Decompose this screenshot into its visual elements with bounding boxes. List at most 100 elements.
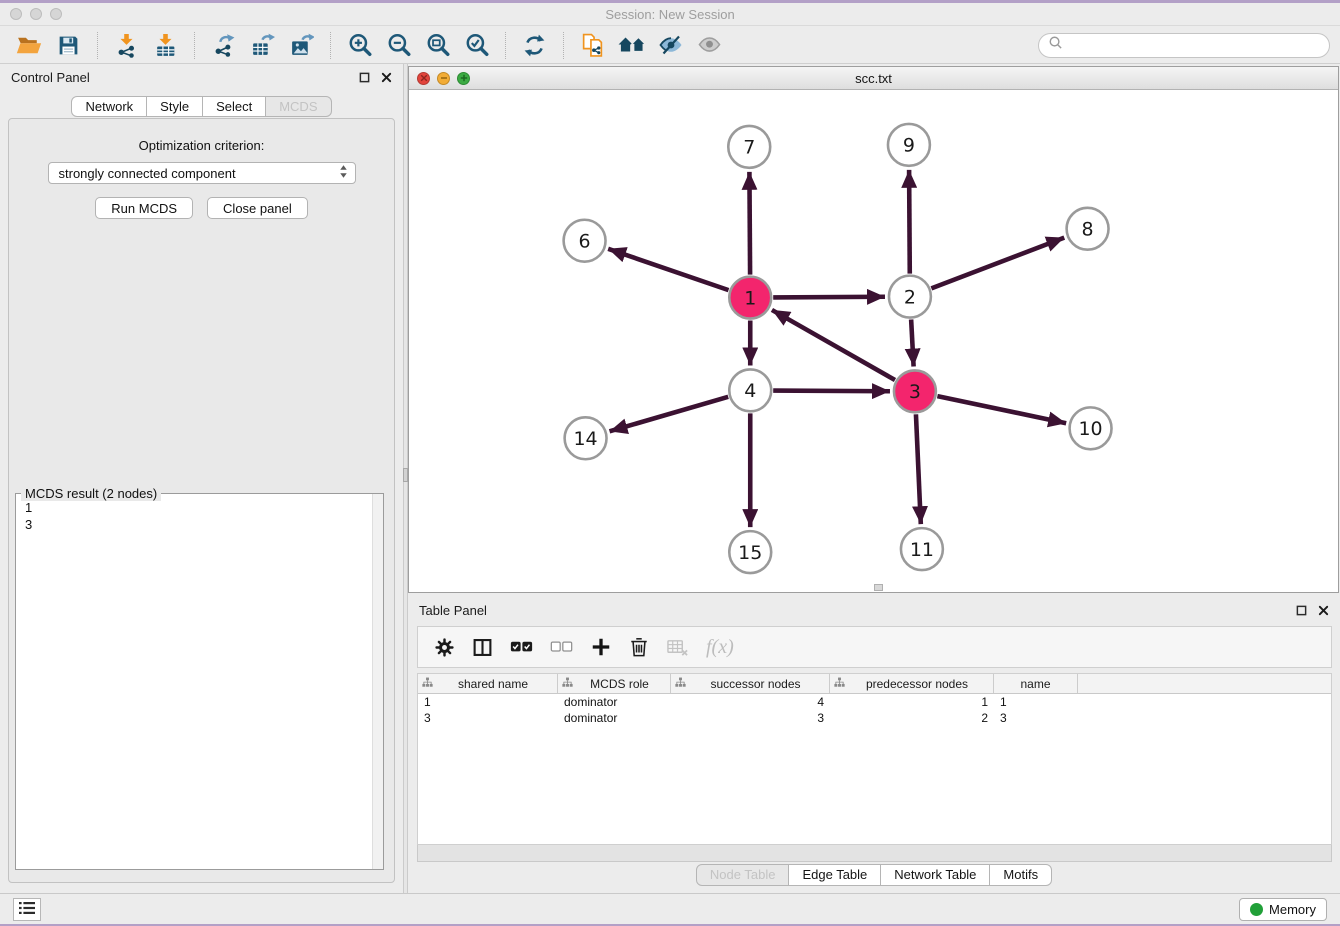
float-table-panel-icon[interactable]	[1296, 605, 1307, 616]
graph-edge-4-3[interactable]	[773, 391, 890, 392]
zoom-out-button[interactable]	[380, 30, 417, 61]
column-header-predecessor-nodes[interactable]: predecessor nodes	[830, 674, 994, 693]
tab-select[interactable]: Select	[202, 96, 266, 117]
save-session-button[interactable]	[50, 30, 87, 61]
table-tabs: Node TableEdge TableNetwork TableMotifs	[408, 862, 1340, 888]
network-graph[interactable]: 7 9 6 8 1 2 4 3 14 10 15 11	[409, 90, 1338, 592]
float-panel-icon[interactable]	[359, 72, 370, 83]
table-cell-shared-name[interactable]: 3	[418, 711, 558, 725]
graph-edge-1-7[interactable]	[749, 172, 750, 275]
graph-node-6[interactable]: 6	[564, 220, 606, 262]
column-header-label: shared name	[433, 677, 553, 691]
horizontal-splitter-grip[interactable]	[874, 584, 883, 591]
table-cell-predecessor-nodes[interactable]: 2	[830, 711, 994, 725]
graph-node-10[interactable]: 10	[1070, 407, 1112, 449]
graph-edge-1-2[interactable]	[773, 297, 885, 298]
tab-style[interactable]: Style	[146, 96, 203, 117]
zoom-fit-button[interactable]	[419, 30, 456, 61]
table-row[interactable]: 1dominator411	[418, 694, 1331, 710]
graph-edge-1-6[interactable]	[608, 249, 728, 290]
column-header-label: predecessor nodes	[845, 677, 989, 691]
result-scrollbar[interactable]	[372, 494, 383, 869]
search-box[interactable]	[1038, 33, 1330, 58]
table-cell-shared-name[interactable]: 1	[418, 695, 558, 709]
export-table-button[interactable]	[244, 30, 281, 61]
network-from-file-button[interactable]	[574, 30, 611, 61]
run-mcds-button[interactable]: Run MCDS	[95, 197, 193, 219]
network-window-controls	[417, 72, 470, 85]
tab-node-table[interactable]: Node Table	[696, 864, 790, 886]
unselect-all-columns-button[interactable]	[550, 639, 573, 655]
table-row[interactable]: 3dominator323	[418, 710, 1331, 726]
search-input[interactable]	[1068, 37, 1320, 54]
export-image-icon	[289, 33, 314, 58]
column-header-mcds-role[interactable]: MCDS role	[558, 674, 671, 693]
hide-selected-button[interactable]	[652, 30, 689, 61]
network-window-close-button[interactable]	[417, 72, 430, 85]
delete-table-button[interactable]	[666, 637, 689, 658]
graph-node-8[interactable]: 8	[1067, 208, 1109, 250]
tab-motifs[interactable]: Motifs	[989, 864, 1052, 886]
select-all-columns-button[interactable]	[510, 639, 533, 655]
graph-edge-3-10[interactable]	[937, 396, 1066, 423]
tab-network[interactable]: Network	[71, 96, 147, 117]
column-header-successor-nodes[interactable]: successor nodes	[671, 674, 830, 693]
graph-edge-3-1[interactable]	[772, 310, 895, 380]
network-canvas[interactable]: 7 9 6 8 1 2 4 3 14 10 15 11	[409, 90, 1338, 592]
table-hscrollbar[interactable]	[417, 845, 1332, 862]
tab-edge-table[interactable]: Edge Table	[788, 864, 881, 886]
close-panel-icon[interactable]	[381, 72, 392, 83]
graph-edge-2-3[interactable]	[911, 320, 913, 367]
graph-edge-4-14[interactable]	[610, 397, 729, 432]
import-table-button[interactable]	[147, 30, 184, 61]
refresh-view-button[interactable]	[516, 30, 553, 61]
delete-column-button[interactable]	[629, 636, 649, 658]
zoom-selected-button[interactable]	[458, 30, 495, 61]
graph-node-1[interactable]: 1	[729, 277, 771, 319]
close-panel-button[interactable]: Close panel	[207, 197, 308, 219]
save-session-icon	[56, 33, 81, 58]
tab-mcds[interactable]: MCDS	[265, 96, 331, 117]
function-builder-button[interactable]: f(x)	[706, 636, 734, 659]
criterion-dropdown[interactable]: strongly connected component	[48, 162, 356, 184]
open-session-button[interactable]	[11, 30, 48, 61]
graph-node-4[interactable]: 4	[729, 369, 771, 411]
network-window-zoom-button[interactable]	[457, 72, 470, 85]
network-window-minimize-button[interactable]	[437, 72, 450, 85]
open-session-icon	[16, 33, 43, 58]
table-cell-successor-nodes[interactable]: 3	[671, 711, 830, 725]
table-cell-mcds-role[interactable]: dominator	[558, 695, 671, 709]
graph-node-14[interactable]: 14	[565, 417, 607, 459]
graph-edge-3-11[interactable]	[916, 414, 921, 524]
task-history-button[interactable]	[13, 898, 41, 921]
graph-node-9[interactable]: 9	[888, 124, 930, 166]
graph-edge-2-8[interactable]	[931, 238, 1064, 289]
export-network-button[interactable]	[205, 30, 242, 61]
toggle-columns-button[interactable]	[472, 637, 493, 658]
table-cell-mcds-role[interactable]: dominator	[558, 711, 671, 725]
zoom-in-button[interactable]	[341, 30, 378, 61]
table-panel: Table Panel f(x) shared nameMCDS rolesuc…	[408, 597, 1340, 888]
show-all-button[interactable]	[691, 30, 728, 61]
graph-node-3[interactable]: 3	[894, 370, 936, 412]
table-cell-name[interactable]: 3	[994, 711, 1078, 725]
column-header-name[interactable]: name	[994, 674, 1078, 693]
tab-network-table[interactable]: Network Table	[880, 864, 990, 886]
table-cell-name[interactable]: 1	[994, 695, 1078, 709]
first-neighbors-button[interactable]	[613, 30, 650, 61]
close-table-panel-icon[interactable]	[1318, 605, 1329, 616]
import-network-button[interactable]	[108, 30, 145, 61]
table-cell-successor-nodes[interactable]: 4	[671, 695, 830, 709]
table-settings-button[interactable]	[434, 637, 455, 658]
table-cell-predecessor-nodes[interactable]: 1	[830, 695, 994, 709]
graph-node-15[interactable]: 15	[729, 531, 771, 573]
graph-node-7[interactable]: 7	[728, 126, 770, 168]
graph-edge-2-9[interactable]	[909, 170, 910, 274]
memory-button[interactable]: Memory	[1239, 898, 1327, 921]
export-image-button[interactable]	[283, 30, 320, 61]
graph-node-2[interactable]: 2	[889, 276, 931, 318]
add-column-button[interactable]	[590, 636, 612, 658]
graph-node-11[interactable]: 11	[901, 528, 943, 570]
column-header-shared-name[interactable]: shared name	[418, 674, 558, 693]
memory-label: Memory	[1269, 902, 1316, 917]
